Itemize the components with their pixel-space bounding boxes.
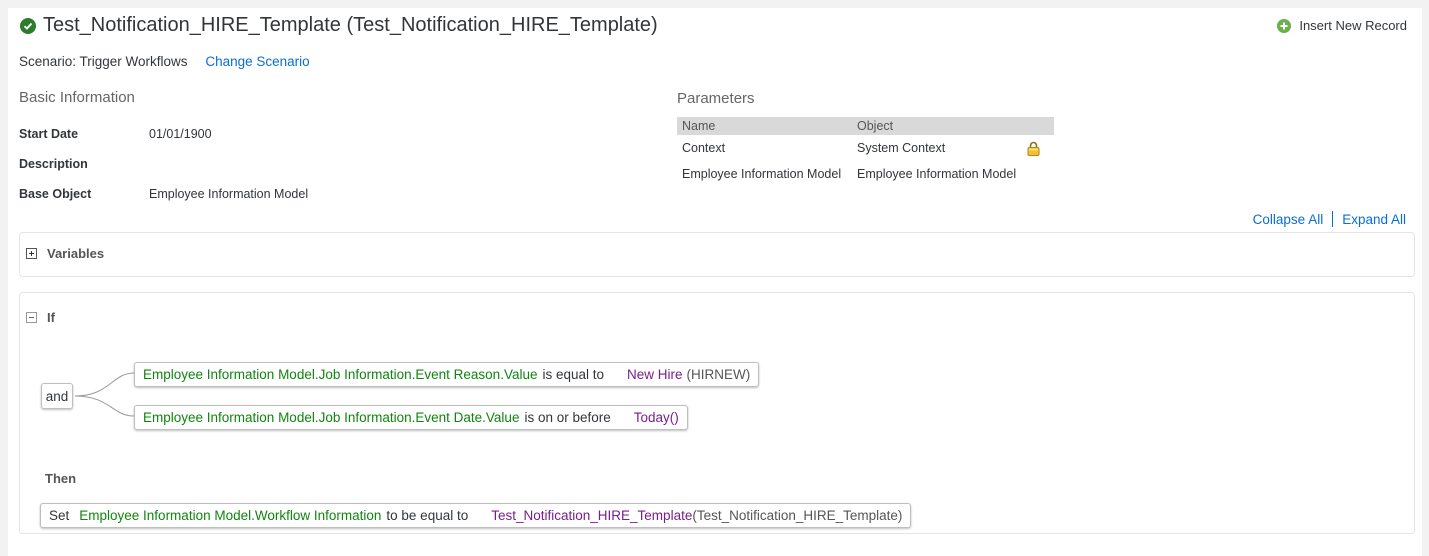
action-comparator[interactable]: to be equal to bbox=[386, 508, 468, 523]
parameters-table: Name Object Context System Context Emplo… bbox=[677, 117, 1054, 187]
condition-1-value-code: (HIRNEW) bbox=[686, 367, 751, 382]
collapse-all-link[interactable]: Collapse All bbox=[1253, 212, 1324, 227]
parameter-name: Employee Information Model bbox=[682, 167, 842, 181]
condition-1-field[interactable]: Employee Information Model.Job Informati… bbox=[143, 367, 537, 382]
condition-2[interactable]: Employee Information Model.Job Informati… bbox=[134, 405, 688, 430]
action-target[interactable]: Employee Information Model.Workflow Info… bbox=[79, 508, 381, 523]
collapse-expand-controls: Collapse All Expand All bbox=[1253, 211, 1406, 227]
title-bar: Test_Notification_HIRE_Template (Test_No… bbox=[20, 14, 658, 37]
table-row: Employee Information Model Employee Info… bbox=[677, 161, 1054, 187]
variables-title: Variables bbox=[47, 246, 105, 261]
then-action[interactable]: Set Employee Information Model.Workflow … bbox=[40, 503, 912, 528]
parameters-heading: Parameters bbox=[677, 90, 755, 107]
rule-detail-page: Test_Notification_HIRE_Template (Test_No… bbox=[8, 8, 1422, 556]
condition-2-comparator[interactable]: is on or before bbox=[524, 410, 610, 425]
base-object-value: Employee Information Model bbox=[149, 187, 309, 201]
check-circle-icon bbox=[20, 17, 36, 34]
insert-new-record-label: Insert New Record bbox=[1299, 18, 1407, 33]
start-date-label: Start Date bbox=[19, 127, 79, 141]
basic-information-heading: Basic Information bbox=[19, 89, 135, 106]
variables-panel: Variables bbox=[19, 232, 1415, 277]
then-title: Then bbox=[45, 471, 77, 486]
lock-cell bbox=[1022, 135, 1054, 161]
action-verb: Set bbox=[49, 508, 70, 523]
link-separator bbox=[1332, 211, 1334, 227]
expand-all-link[interactable]: Expand All bbox=[1342, 212, 1406, 227]
condition-2-field[interactable]: Employee Information Model.Job Informati… bbox=[143, 410, 519, 425]
parameter-object: Employee Information Model bbox=[857, 167, 1017, 181]
parameter-name: Context bbox=[682, 141, 726, 155]
parameter-object: System Context bbox=[857, 141, 946, 155]
scenario-line: Scenario: Trigger Workflows Change Scena… bbox=[19, 54, 310, 69]
add-circle-icon bbox=[1277, 18, 1292, 33]
base-object-label: Base Object bbox=[19, 187, 92, 201]
condition-1[interactable]: Employee Information Model.Job Informati… bbox=[134, 362, 760, 387]
expand-icon[interactable] bbox=[26, 248, 37, 259]
condition-1-comparator[interactable]: is equal to bbox=[542, 367, 604, 382]
start-date-value: 01/01/1900 bbox=[149, 127, 212, 141]
insert-new-record-button[interactable]: Insert New Record bbox=[1277, 18, 1407, 33]
scenario-label: Scenario: Trigger Workflows bbox=[19, 54, 188, 69]
condition-1-value[interactable]: New Hire bbox=[627, 367, 683, 382]
table-row: Context System Context bbox=[677, 135, 1054, 161]
column-header-name: Name bbox=[677, 117, 852, 135]
and-operator-button[interactable]: and bbox=[41, 383, 73, 409]
rule-panel: If and Employee Information Model.Job In… bbox=[19, 292, 1415, 534]
action-value[interactable]: Test_Notification_HIRE_Template bbox=[491, 508, 692, 523]
lock-cell bbox=[1022, 161, 1054, 187]
change-scenario-link[interactable]: Change Scenario bbox=[205, 54, 309, 69]
lock-icon bbox=[1027, 141, 1040, 156]
page-title: Test_Notification_HIRE_Template (Test_No… bbox=[43, 14, 658, 36]
parameters-header-row: Name Object bbox=[677, 117, 1054, 135]
column-header-object: Object bbox=[852, 117, 1054, 135]
description-label: Description bbox=[19, 157, 88, 171]
condition-2-value[interactable]: Today() bbox=[634, 410, 679, 425]
action-value-code: (Test_Notification_HIRE_Template) bbox=[692, 508, 903, 523]
variables-header[interactable]: Variables bbox=[26, 246, 104, 261]
